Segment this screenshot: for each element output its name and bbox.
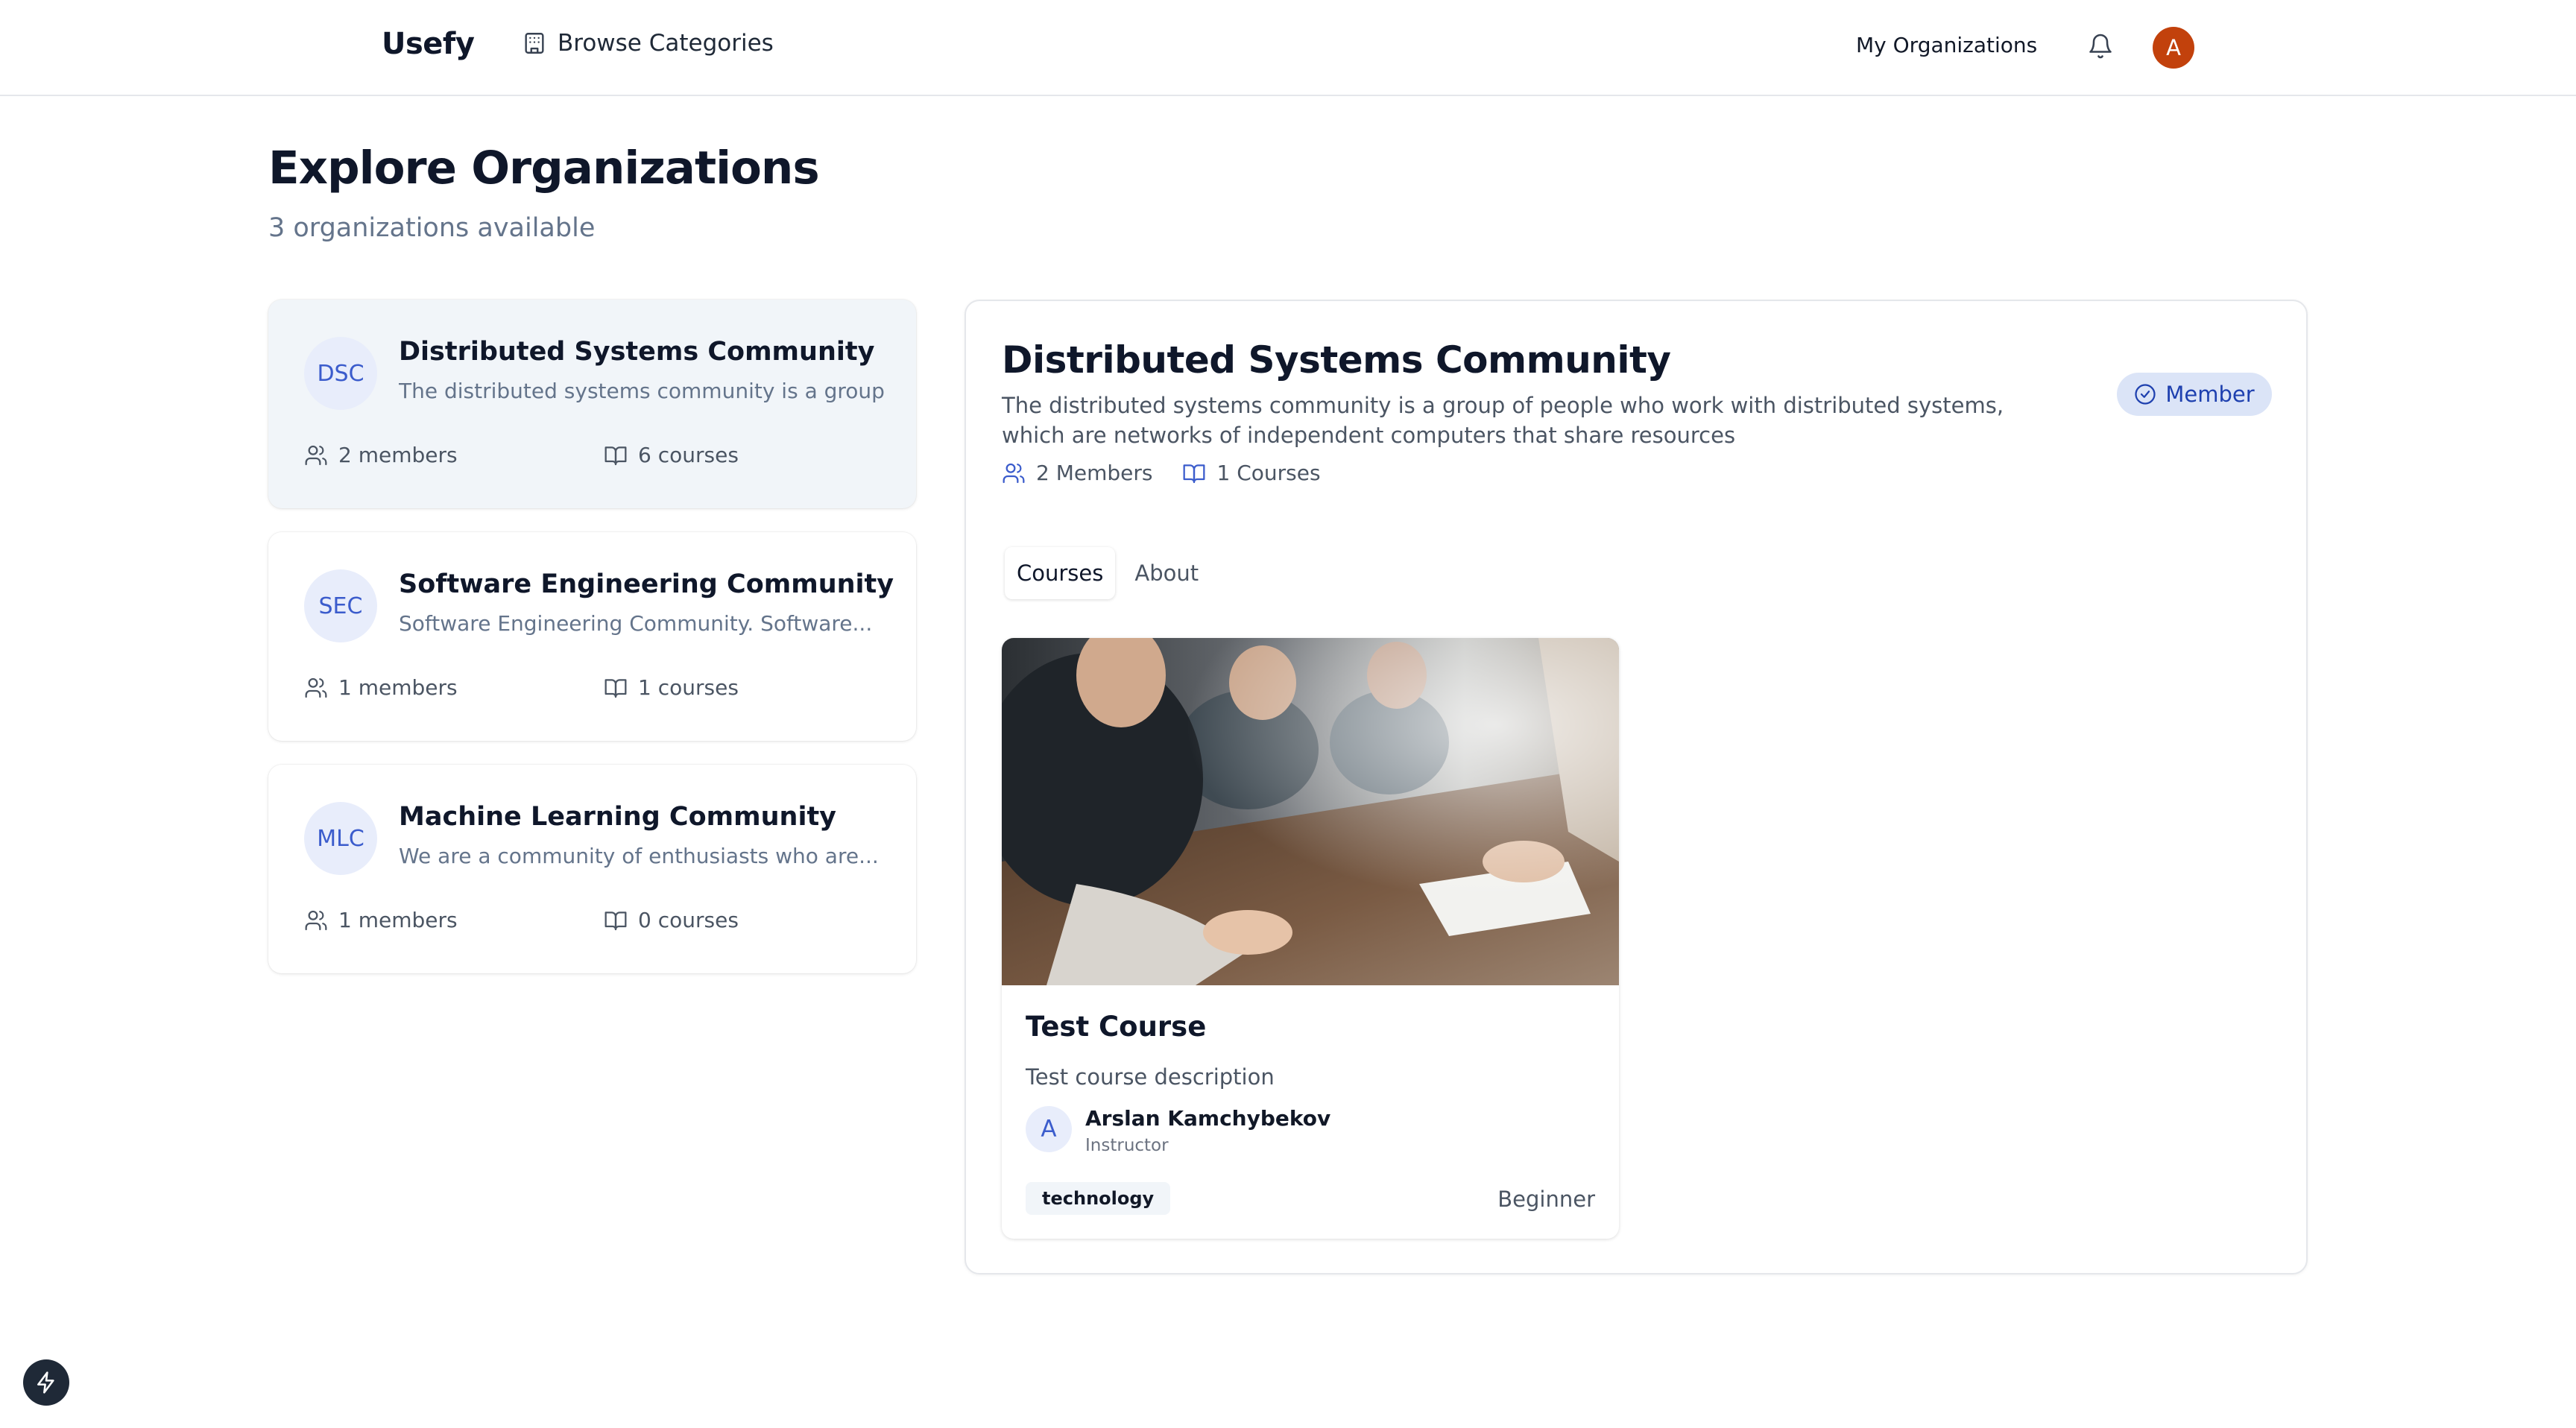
book-open-icon (1184, 464, 1205, 483)
lightning-icon (37, 1371, 54, 1394)
org-members: 2 members (304, 443, 458, 467)
org-members-label: 1 members (338, 908, 458, 932)
org-members: 1 members (304, 908, 458, 932)
org-description: Software Engineering Community. Software… (399, 611, 873, 636)
org-members-label: 1 members (338, 675, 458, 700)
detail-description: The distributed systems community is a g… (1002, 393, 2004, 448)
org-members-label: 2 members (338, 443, 458, 467)
course-thumbnail (1002, 638, 1619, 985)
users-icon (305, 677, 327, 698)
org-courses: 6 courses (604, 443, 739, 467)
org-courses: 1 courses (604, 675, 739, 700)
member-status-badge: Member (2117, 373, 2272, 416)
org-courses: 0 courses (604, 908, 739, 932)
book-open-icon (604, 911, 627, 930)
org-name: Distributed Systems Community (399, 337, 875, 367)
users-icon (305, 910, 327, 930)
top-navbar: Usefy Browse Categories My Organizations… (0, 0, 2576, 96)
course-tag: technology (1026, 1182, 1171, 1215)
book-open-icon (604, 678, 627, 698)
org-card-distributed-systems[interactable]: DSC Distributed Systems Community The di… (268, 300, 916, 508)
course-description: Test course description (1026, 1064, 1275, 1090)
detail-courses: 1 Courses (1182, 461, 1321, 485)
bell-icon[interactable] (2087, 33, 2114, 60)
org-avatar: DSC (304, 337, 377, 410)
page-title: Explore Organizations (268, 142, 820, 195)
course-title: Test Course (1026, 1011, 1207, 1043)
my-organizations-link[interactable]: My Organizations (1856, 33, 2037, 57)
detail-tabs: Courses About (1005, 547, 1210, 599)
detail-members-label: 2 Members (1036, 461, 1153, 485)
member-badge-label: Member (2165, 382, 2255, 407)
org-courses-label: 0 courses (638, 908, 739, 932)
check-circle-icon (2135, 384, 2156, 405)
organization-detail-panel: Distributed Systems Community The distri… (965, 300, 2308, 1274)
org-description: We are a community of enthusiasts who ar… (399, 844, 879, 868)
course-level: Beginner (1497, 1187, 1595, 1212)
browse-categories-link[interactable]: Browse Categories (522, 30, 774, 57)
org-name: Software Engineering Community (399, 569, 894, 599)
org-avatar: MLC (304, 802, 377, 875)
building-icon (525, 33, 544, 54)
tab-about[interactable]: About (1123, 547, 1210, 599)
org-description: The distributed systems community is a g… (399, 379, 891, 403)
brand-logo[interactable]: Usefy (382, 27, 475, 61)
org-avatar: SEC (304, 569, 377, 642)
detail-title: Distributed Systems Community (1002, 338, 1671, 382)
org-card-machine-learning[interactable]: MLC Machine Learning Community We are a … (268, 765, 916, 973)
user-avatar[interactable]: A (2153, 27, 2194, 69)
detail-meta: 2 Members 1 Courses (1002, 461, 1321, 485)
course-card[interactable]: Test Course Test course description A Ar… (1002, 638, 1619, 1239)
tab-courses[interactable]: Courses (1005, 547, 1116, 599)
org-card-software-engineering[interactable]: SEC Software Engineering Community Softw… (268, 532, 916, 741)
org-members: 1 members (304, 675, 458, 700)
organizations-count: 3 organizations available (268, 213, 596, 243)
quick-action-button[interactable] (23, 1359, 69, 1406)
instructor-name: Arslan Kamchybekov (1085, 1106, 1331, 1131)
detail-members: 2 Members (1002, 461, 1152, 485)
instructor-avatar: A (1026, 1106, 1072, 1152)
detail-courses-label: 1 Courses (1216, 461, 1321, 485)
org-courses-label: 1 courses (638, 675, 739, 700)
instructor-role: Instructor (1085, 1136, 1169, 1155)
book-open-icon (604, 446, 627, 465)
org-name: Machine Learning Community (399, 802, 836, 832)
browse-categories-label: Browse Categories (558, 30, 774, 57)
users-icon (305, 445, 327, 465)
org-courses-label: 6 courses (638, 443, 739, 467)
users-icon (1003, 463, 1025, 483)
